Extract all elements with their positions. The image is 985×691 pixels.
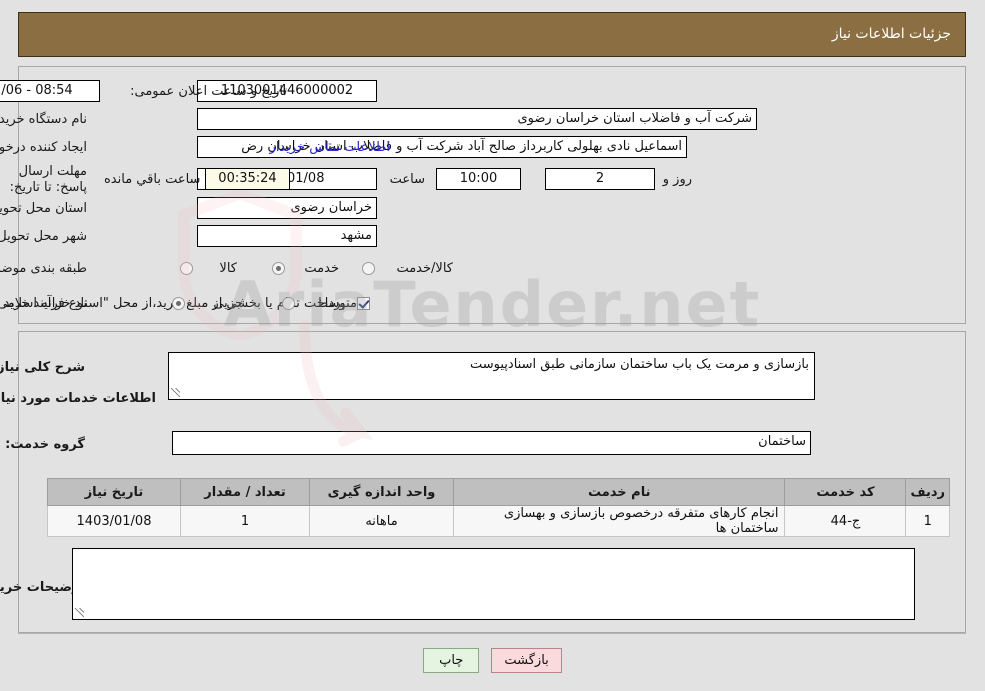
city-value: مشهد (197, 225, 377, 247)
th-name: نام خدمت (452, 478, 786, 506)
category-radio-kala[interactable] (180, 262, 193, 275)
deadline-label: مهلت ارسال پاسخ: تا تاریخ: (9, 164, 87, 195)
services-heading: اطلاعات خدمات مورد نیاز (0, 391, 156, 406)
print-button[interactable]: چاپ (423, 648, 480, 673)
services-table: ردیف کد خدمت نام خدمت واحد اندازه گیری ت… (47, 478, 950, 537)
need-info-panel (18, 66, 966, 324)
hour-label: ساعت (389, 172, 425, 187)
need-summary-textarea[interactable]: بازسازی و مرمت یک باب ساختمان سازمانی طب… (168, 352, 815, 400)
footer-button-row: بازگشت چاپ (0, 648, 985, 673)
th-unit: واحد اندازه گیری (309, 478, 454, 506)
process-radio-jozee[interactable] (172, 297, 185, 310)
buyer-contact-link[interactable]: اطلاعات تماس خریدار (270, 140, 390, 155)
city-label: شهر محل تحویل: (0, 229, 87, 244)
buyer-org-label: نام دستگاه خریدار: (0, 112, 87, 127)
buyer-org-value: شرکت آب و فاضلاب استان خراسان رضوی (197, 108, 757, 130)
treasury-bond-text: پرداخت تمام یا بخشی از مبلغ خرید،از محل … (0, 296, 345, 311)
announce-value: 08:54 - 1403/01/06 (0, 80, 100, 102)
service-group-value: ساختمان (172, 431, 811, 455)
countdown-suffix-label: ساعت باقي مانده (104, 172, 201, 187)
buyer-notes-textarea[interactable] (72, 548, 915, 620)
service-group-label: گروه خدمت: (5, 437, 85, 452)
th-date: تاریخ نیاز (47, 478, 181, 506)
table-header-row: ردیف کد خدمت نام خدمت واحد اندازه گیری ت… (47, 478, 950, 506)
cell-code: ج-44 (784, 505, 907, 537)
back-button[interactable]: بازگشت (491, 648, 562, 673)
countdown-value: 00:35:24 (205, 168, 290, 190)
cell-unit: ماهانه (309, 505, 454, 537)
treasury-bond-checkbox[interactable] (357, 297, 370, 310)
cell-name: انجام کارهای متفرقه درخصوص بازسازی و بهس… (452, 505, 786, 537)
announce-label: تاریخ و ساعت اعلان عمومی: (130, 84, 287, 99)
cell-qty: 1 (180, 505, 310, 537)
need-summary-label: شرح کلی نیاز: (0, 360, 85, 375)
category-label: طبقه بندی موضوعی: (0, 261, 87, 276)
province-label: استان محل تحویل: (0, 201, 87, 216)
creator-label: ایجاد کننده درخواست: (0, 140, 87, 155)
th-code: کد خدمت (784, 478, 907, 506)
footer-divider (18, 633, 966, 634)
cell-date: 1403/01/08 (47, 505, 181, 537)
province-value: خراسان رضوی (197, 197, 377, 219)
category-label-kala: کالا (219, 261, 237, 276)
remaining-days: 2 (545, 168, 655, 190)
th-qty: تعداد / مقدار (180, 478, 310, 506)
th-row: ردیف (905, 478, 950, 506)
category-label-kala-khedmat: کالا/خدمت (396, 261, 453, 276)
category-radio-kala-khedmat[interactable] (362, 262, 375, 275)
table-row: 1 ج-44 انجام کارهای متفرقه درخصوص بازساز… (47, 505, 950, 537)
page-header-bar: جزئیات اطلاعات نیاز (18, 12, 966, 57)
page-title: جزئیات اطلاعات نیاز (831, 26, 951, 42)
cell-row: 1 (905, 505, 950, 537)
deadline-time: 10:00 (436, 168, 521, 190)
process-radio-motevaset[interactable] (282, 297, 295, 310)
days-suffix-label: روز و (662, 172, 692, 187)
category-radio-khedmat[interactable] (272, 262, 285, 275)
category-label-khedmat: خدمت (304, 261, 339, 276)
